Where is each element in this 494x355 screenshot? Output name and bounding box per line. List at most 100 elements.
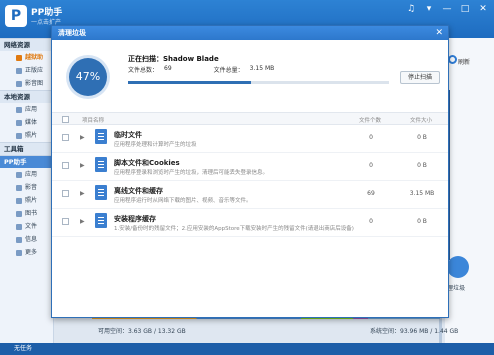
media-icon bbox=[16, 119, 22, 126]
book-icon bbox=[16, 210, 22, 217]
row-description: 1.安装/备份时的残留文件；2.应用安装的AppStore下载安装时产生的残留文… bbox=[114, 226, 354, 232]
sidebar-item-label: 更多 bbox=[25, 249, 38, 256]
sidebar-group-local[interactable]: 本地资源 bbox=[0, 90, 53, 103]
row-title: 脚本文件和Cookies bbox=[114, 159, 180, 167]
row-checkbox[interactable] bbox=[62, 190, 69, 197]
row-count: 0 bbox=[369, 134, 373, 141]
stop-scan-button[interactable]: 停止扫描 bbox=[400, 71, 440, 84]
sidebar-item-local-media[interactable]: 媒体 bbox=[0, 116, 53, 129]
menu-icon[interactable]: ▾ bbox=[422, 3, 436, 15]
dialog-title: 清理垃圾 bbox=[58, 29, 86, 37]
row-title: 临时文件 bbox=[114, 131, 142, 139]
sidebar-item-label: 文件 bbox=[25, 223, 38, 230]
table-row[interactable]: ▶ 脚本文件和Cookies 应用程序登录和浏览时产生的垃圾，清理后可能丢失登录… bbox=[52, 153, 448, 181]
document-icon bbox=[95, 185, 107, 200]
photo-icon bbox=[16, 197, 22, 204]
document-icon bbox=[95, 213, 107, 228]
system-space-label: 系统空间： bbox=[370, 328, 401, 335]
sidebar-item-genuine[interactable]: 正版应 bbox=[0, 64, 53, 77]
row-checkbox[interactable] bbox=[62, 218, 69, 225]
sidebar-item-device-photos[interactable]: 照片 bbox=[0, 194, 53, 207]
sidebar-group-label: 本地资源 bbox=[4, 92, 30, 101]
sidebar-item-jailbreak[interactable]: 越狱助 bbox=[0, 51, 53, 64]
sidebar-item-label: 照片 bbox=[25, 132, 38, 139]
row-size: 0 B bbox=[417, 218, 427, 225]
row-count: 0 bbox=[369, 162, 373, 169]
file-size-label: 文件总量： bbox=[213, 67, 244, 74]
sidebar-item-device-files[interactable]: 文件 bbox=[0, 220, 53, 233]
sidebar-item-device-books[interactable]: 图书 bbox=[0, 207, 53, 220]
system-space: 系统空间：93.96 MB / 1.44 GB bbox=[370, 326, 458, 335]
sidebar-group-label: 工具箱 bbox=[4, 144, 24, 153]
expand-arrow-icon[interactable]: ▶ bbox=[80, 134, 85, 141]
column-size: 文件大小 bbox=[410, 118, 433, 124]
table-row[interactable]: ▶ 临时文件 应用程序处理和计算时产生的垃圾 0 0 B bbox=[52, 125, 448, 153]
media-icon bbox=[16, 80, 22, 87]
sidebar-item-media[interactable]: 影音图 bbox=[0, 77, 53, 90]
row-title: 安装程序缓存 bbox=[114, 215, 156, 223]
sidebar-item-device-messages[interactable]: 信息 bbox=[0, 233, 53, 246]
expand-arrow-icon[interactable]: ▶ bbox=[80, 218, 85, 225]
maximize-button[interactable]: □ bbox=[458, 3, 472, 15]
expand-arrow-icon[interactable]: ▶ bbox=[80, 190, 85, 197]
scan-progress-fill bbox=[128, 81, 251, 84]
sidebar-item-label: 媒体 bbox=[25, 119, 38, 126]
clean-junk-icon[interactable] bbox=[447, 256, 469, 278]
right-panel bbox=[445, 38, 494, 343]
close-window-button[interactable]: ✕ bbox=[476, 3, 490, 15]
sidebar-item-local-apps[interactable]: 应用 bbox=[0, 103, 53, 116]
column-name: 项目名称 bbox=[82, 118, 105, 124]
sidebar-item-local-photos[interactable]: 照片 bbox=[0, 129, 53, 142]
apps-icon bbox=[16, 106, 22, 113]
refresh-icon[interactable] bbox=[448, 55, 457, 64]
apps-icon bbox=[16, 171, 22, 178]
scan-summary: 47% 正在扫描：Shadow Blade 文件总数： 69 文件总量： 3.1… bbox=[52, 40, 448, 118]
app-logo: P bbox=[5, 5, 27, 27]
minimize-button[interactable]: — bbox=[440, 3, 454, 15]
sidebar-item-device-more[interactable]: 更多 bbox=[0, 246, 53, 259]
music-icon[interactable]: ♫ bbox=[404, 3, 418, 15]
expand-arrow-icon[interactable]: ▶ bbox=[80, 162, 85, 169]
progress-ring: 47% bbox=[66, 55, 110, 99]
sidebar-item-label: 应用 bbox=[25, 106, 38, 113]
row-description: 应用程序处理和计算时产生的垃圾 bbox=[114, 142, 197, 148]
row-description: 应用程序运行时从网络下载的图片、视频、音乐等文件。 bbox=[114, 198, 252, 204]
sidebar: 网络资源 越狱助 正版应 影音图 本地资源 应用 媒体 照片 工具箱 PP助手 … bbox=[0, 38, 54, 343]
scan-status: 正在扫描：Shadow Blade bbox=[128, 55, 219, 63]
sidebar-group-network[interactable]: 网络资源 bbox=[0, 38, 53, 51]
system-space-value: 93.96 MB / 1.44 GB bbox=[400, 328, 459, 335]
file-size: 3.15 MB bbox=[249, 65, 275, 72]
sidebar-item-label: 影音图 bbox=[25, 80, 44, 87]
sidebar-item-label: 越狱助 bbox=[25, 54, 44, 61]
folder-icon bbox=[16, 223, 22, 230]
close-icon[interactable]: ✕ bbox=[435, 26, 443, 40]
row-checkbox[interactable] bbox=[62, 134, 69, 141]
sidebar-item-label: 正版应 bbox=[25, 67, 44, 74]
table-row[interactable]: ▶ 安装程序缓存 1.安装/备份时的残留文件；2.应用安装的AppStore下载… bbox=[52, 209, 448, 237]
sidebar-item-device-media[interactable]: 影音 bbox=[0, 181, 53, 194]
sidebar-item-device-apps[interactable]: 应用 bbox=[0, 168, 53, 181]
progress-percent: 47% bbox=[69, 58, 107, 96]
select-all-checkbox[interactable] bbox=[62, 116, 69, 123]
file-count: 69 bbox=[164, 65, 172, 72]
row-count: 0 bbox=[369, 218, 373, 225]
window-controls: ♫ ▾ — □ ✕ bbox=[404, 3, 490, 15]
sidebar-item-label: 影音 bbox=[25, 184, 38, 191]
sidebar-item-label: 图书 bbox=[25, 210, 38, 217]
row-checkbox[interactable] bbox=[62, 162, 69, 169]
sidebar-group-label: PP助手 bbox=[4, 157, 27, 166]
table-row[interactable]: ▶ 离线文件和缓存 应用程序运行时从网络下载的图片、视频、音乐等文件。 69 3… bbox=[52, 181, 448, 209]
sidebar-group-toolbox[interactable]: 工具箱 bbox=[0, 142, 53, 155]
row-size: 0 B bbox=[417, 134, 427, 141]
sidebar-item-label: 信息 bbox=[25, 236, 38, 243]
sidebar-item-label: 应用 bbox=[25, 171, 38, 178]
scan-stats: 文件总数： 69 文件总量： 3.15 MB bbox=[128, 65, 274, 74]
more-icon bbox=[16, 249, 22, 256]
sidebar-group-device[interactable]: PP助手 bbox=[0, 155, 53, 168]
clean-junk-label[interactable]: 理垃圾 bbox=[447, 283, 465, 292]
dialog-titlebar: 清理垃圾 ✕ bbox=[52, 26, 448, 40]
refresh-button[interactable]: 刷新 bbox=[458, 57, 470, 66]
column-count: 文件个数 bbox=[359, 118, 382, 124]
row-description: 应用程序登录和浏览时产生的垃圾，清理后可能丢失登录信息。 bbox=[114, 170, 269, 176]
status-bar: 无任务 bbox=[0, 343, 494, 355]
